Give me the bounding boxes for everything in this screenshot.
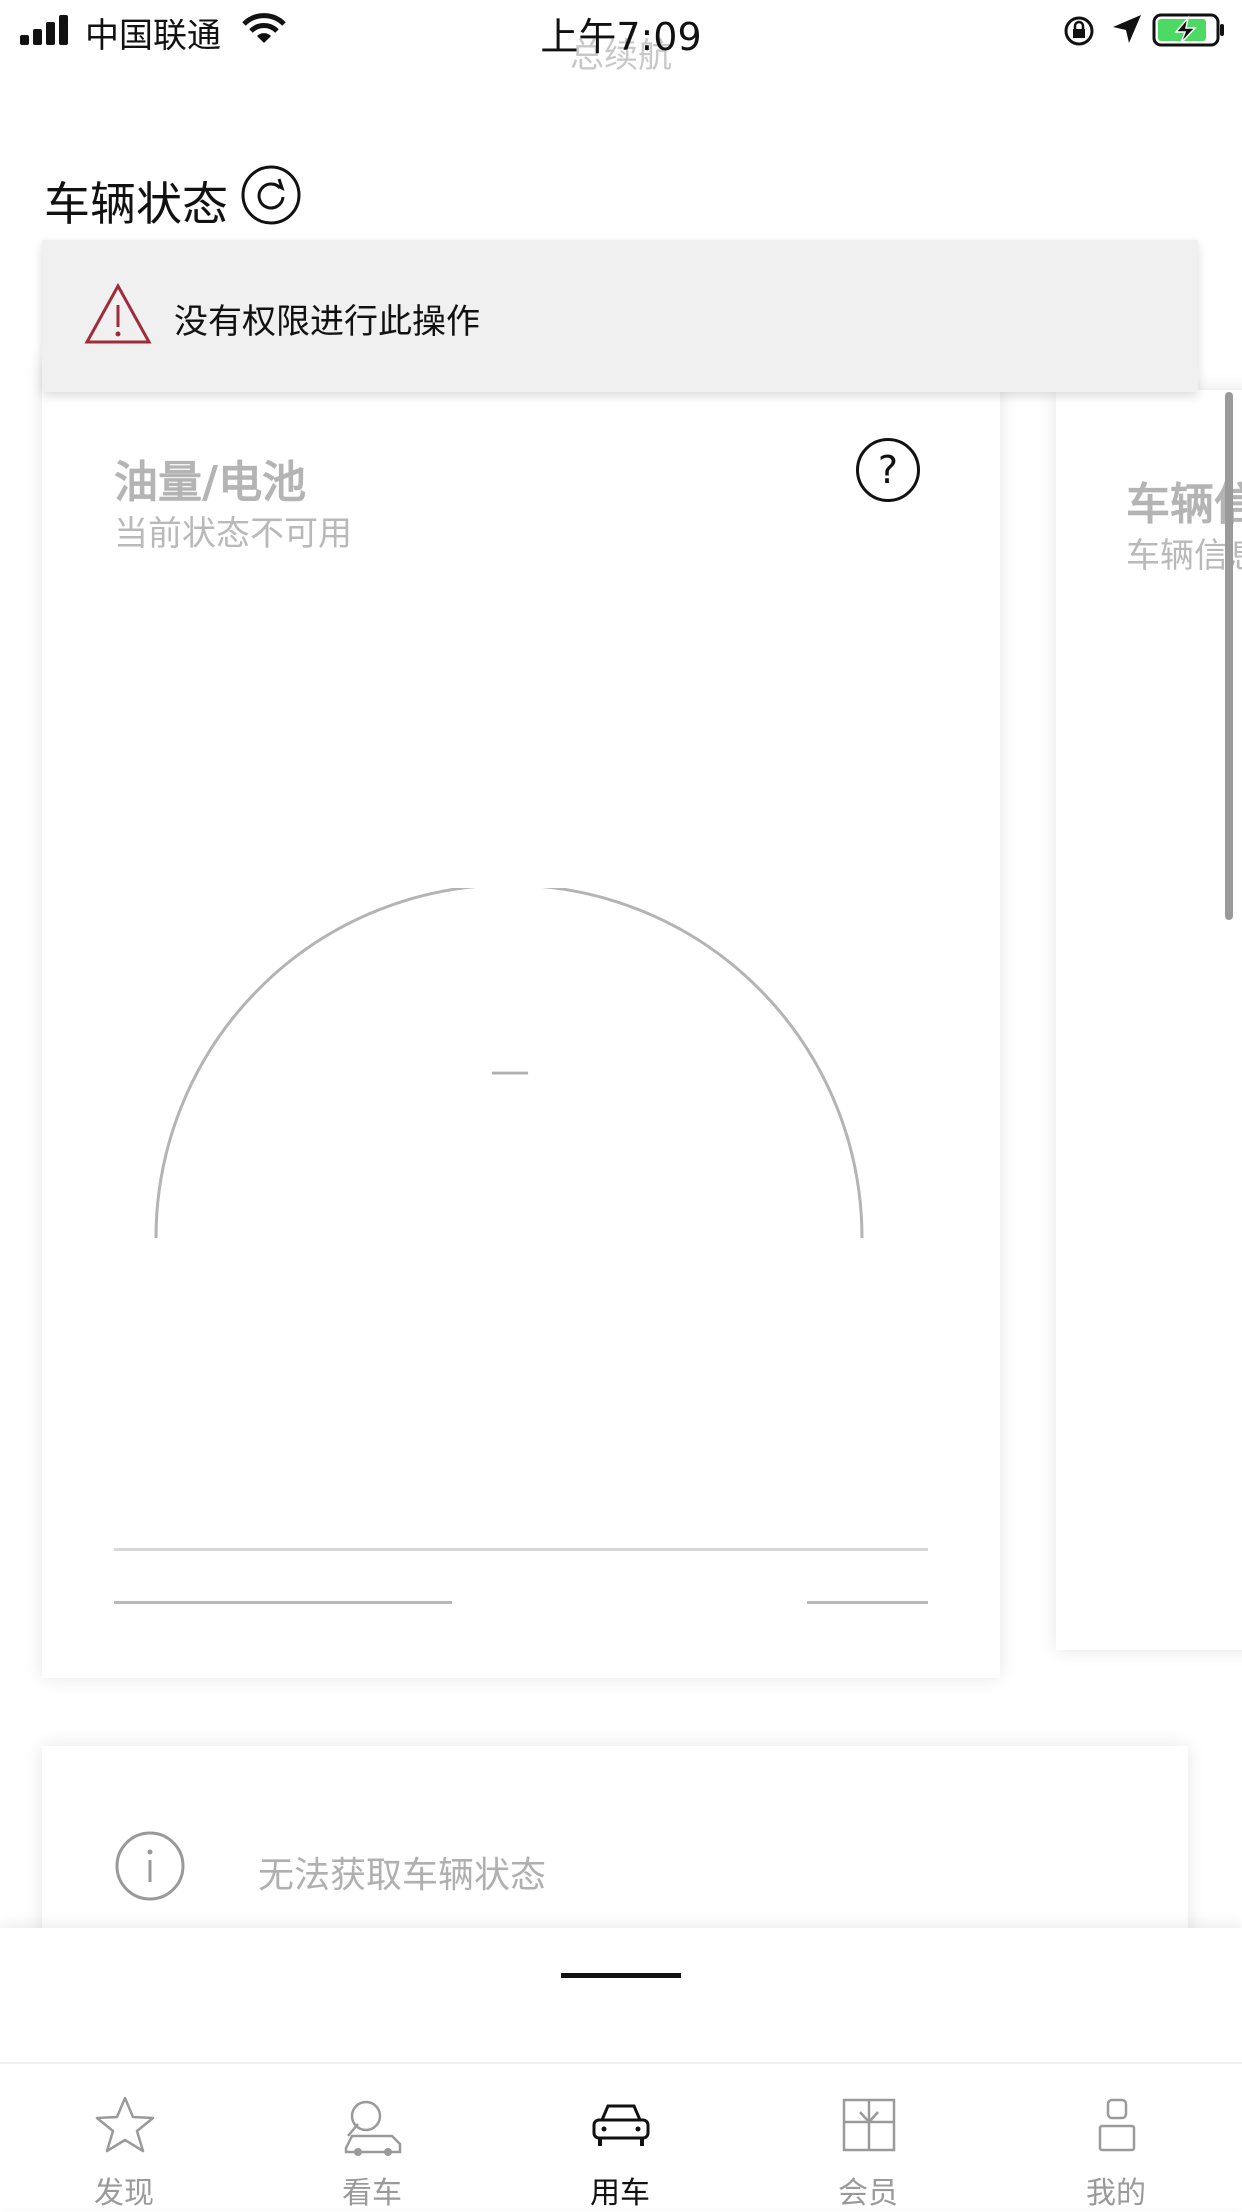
sheet-handle[interactable] [561,1973,681,1978]
car-icon [592,2104,650,2146]
range-bar-left [114,1601,452,1604]
status-time: 上午7:09 [540,15,702,59]
fuel-battery-card[interactable]: 油量/电池 当前状态不可用 ? — [42,358,1000,1678]
tab-label: 发现 [94,2176,154,2211]
help-button[interactable]: ? [856,438,920,502]
gauge-value: — [490,1048,530,1094]
person-icon [1098,2098,1136,2152]
range-bar-right [807,1601,928,1604]
vehicle-info-card[interactable]: 车辆信息 车辆信息 [1056,390,1242,1650]
tab-bar: 发现 看车 用车 会员 我的 [0,2062,1242,2211]
tab-label: 我的 [1086,2176,1146,2211]
scrollbar[interactable] [1225,392,1233,920]
refresh-icon[interactable] [240,164,302,226]
divider [114,1548,928,1551]
tab-label: 会员 [838,2176,898,2211]
toast-message: 没有权限进行此操作 [174,302,480,342]
tab-use-car[interactable]: 用车 [496,2064,744,2211]
gift-icon [842,2098,896,2152]
tab-label: 用车 [590,2176,650,2211]
star-icon [95,2096,155,2153]
error-toast: 没有权限进行此操作 [42,240,1198,392]
page-title: 车辆状态 [44,177,228,231]
tab-membership[interactable]: 会员 [744,2064,992,2211]
tab-discover[interactable]: 发现 [0,2064,248,2211]
card-subtitle: 当前状态不可用 [114,514,352,554]
tab-label: 看车 [342,2176,402,2211]
tab-profile[interactable]: 我的 [992,2064,1240,2211]
car-search-icon [344,2100,402,2156]
tab-view-car[interactable]: 看车 [248,2064,496,2211]
info-message: 无法获取车辆状态 [258,1855,547,1896]
warning-icon [84,283,152,344]
bottom-sheet: 发现 看车 用车 会员 我的 [0,1928,1242,2211]
info-icon [115,1831,185,1901]
card-title: 油量/电池 [114,457,307,508]
status-bar: 中国联通 总续航 上午7:09 [0,0,1242,76]
